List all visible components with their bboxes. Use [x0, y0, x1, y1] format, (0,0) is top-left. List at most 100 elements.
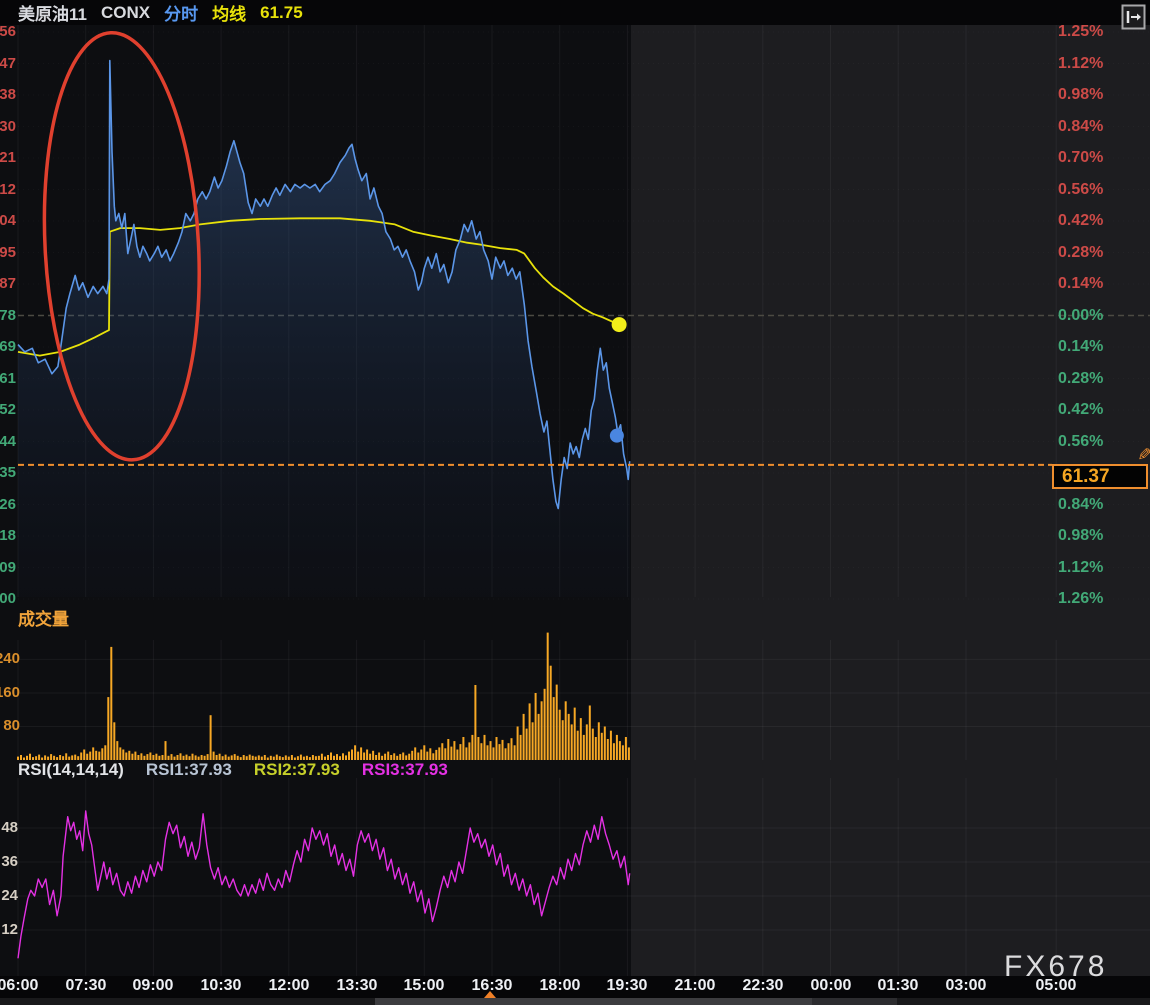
volume-axis-label: 240 [0, 649, 21, 669]
price-axis-label: 62.38 [0, 85, 17, 105]
pencil-icon[interactable]: ✎ [1133, 447, 1150, 461]
scrollbar-marker-icon [484, 991, 496, 998]
time-tick-label: 10:30 [191, 977, 251, 995]
time-tick-label: 22:30 [733, 977, 793, 995]
percent-axis-label: 1.26% [1058, 589, 1103, 609]
current-price-tag: 61.37 [1052, 464, 1148, 489]
time-tick-label: 00:00 [801, 977, 861, 995]
tab-minute-chart[interactable]: 分时 [164, 0, 198, 25]
volume-axis-label: 80 [0, 716, 21, 736]
percent-axis-label: 0.70% [1058, 148, 1103, 168]
price-axis-label: 61.78 [0, 306, 17, 326]
time-tick-label: 15:00 [394, 977, 454, 995]
price-axis-label: 61.69 [0, 337, 17, 357]
symbol-name: 美原油11 [18, 0, 87, 25]
volume-chart-panel[interactable] [0, 600, 1150, 762]
percent-axis-label: 1.12% [1058, 558, 1103, 578]
time-tick-label: 06:00 [0, 977, 48, 995]
price-axis-label: 62.47 [0, 54, 17, 74]
rsi-axis-label: 12 [0, 920, 19, 940]
price-axis-label: 61.44 [0, 432, 17, 452]
rsi-axis-label: 36 [0, 852, 19, 872]
price-axis-label: 61.61 [0, 369, 17, 389]
panel-collapse-icon-glyph [1120, 3, 1148, 31]
time-tick-label: 07:30 [56, 977, 116, 995]
price-axis-text: 61.35 [0, 463, 16, 483]
percent-axis-label: 0.84% [1058, 495, 1103, 515]
price-axis-label: 62.21 [0, 148, 17, 168]
percent-axis-label: 0.28% [1058, 369, 1103, 389]
time-tick-label: 03:00 [936, 977, 996, 995]
rsi-legend-row: RSI(14,14,14) RSI1:37.93 RSI2:37.93 RSI3… [18, 760, 448, 780]
price-axis-label: 61.52 [0, 400, 17, 420]
price-axis-text: 62.38 [0, 85, 16, 105]
price-axis-label: 61.95 [0, 243, 17, 263]
time-tick-label: 13:30 [327, 977, 387, 995]
rsi1-value: RSI1:37.93 [146, 760, 232, 780]
percent-axis-label: 0.98% [1058, 526, 1103, 546]
percent-axis-label: 1.25% [1058, 22, 1103, 42]
price-axis-text: 61.87 [0, 274, 16, 294]
rsi-chart-panel[interactable] [0, 762, 1150, 976]
time-tick-label: 19:30 [597, 977, 657, 995]
volume-axis-text: 160 [0, 683, 20, 703]
percent-axis-label: 0.14% [1058, 337, 1103, 357]
rsi-axis-label: 48 [0, 818, 19, 838]
time-tick-label: 18:00 [530, 977, 590, 995]
price-axis-text: 62.21 [0, 148, 16, 168]
price-axis-text: 62.47 [0, 54, 16, 74]
rsi-axis-label: 24 [0, 886, 19, 906]
scrollbar-thumb-dim[interactable] [812, 998, 897, 1005]
panel-collapse-icon[interactable] [1120, 3, 1148, 31]
price-axis-text: 61.61 [0, 369, 16, 389]
chart-header: 美原油11 CONX 分时 均线 61.75 [0, 0, 1150, 25]
time-scrollbar[interactable] [0, 998, 1150, 1005]
traded-session-region [0, 762, 631, 976]
price-axis-label: 61.26 [0, 495, 17, 515]
percent-axis-label: 0.42% [1058, 211, 1103, 231]
price-axis-text: 61.78 [0, 306, 16, 326]
price-axis-text: 61.18 [0, 526, 16, 546]
price-axis-text: 62.30 [0, 117, 16, 137]
volume-axis-label: 160 [0, 683, 21, 703]
volume-axis-text: 80 [3, 716, 20, 736]
percent-axis-label: 1.12% [1058, 54, 1103, 74]
price-axis-text: 61.44 [0, 432, 16, 452]
price-axis-text: 61.95 [0, 243, 16, 263]
percent-axis-label: 0.42% [1058, 400, 1103, 420]
price-chart-panel[interactable] [0, 25, 1150, 600]
rsi-params: RSI(14,14,14) [18, 760, 124, 780]
price-axis-text: 61.09 [0, 558, 16, 578]
rsi2-value: RSI2:37.93 [254, 760, 340, 780]
time-tick-label: 21:00 [665, 977, 725, 995]
time-tick-label: 01:30 [868, 977, 928, 995]
rsi-axis-text: 36 [1, 852, 18, 872]
price-axis-label: 61.18 [0, 526, 17, 546]
price-axis-label: 62.12 [0, 180, 17, 200]
price-axis-label: 62.56 [0, 22, 17, 42]
price-axis-text: 61.69 [0, 337, 16, 357]
time-tick-label: 09:00 [123, 977, 183, 995]
rsi-axis-text: 12 [1, 920, 18, 940]
fx678-watermark: FX678 [1004, 950, 1107, 984]
price-axis-label: 61.35 [0, 463, 17, 483]
percent-axis-label: 0.98% [1058, 85, 1103, 105]
price-axis-label: 62.30 [0, 117, 17, 137]
traded-session-region [0, 600, 631, 762]
rsi3-value: RSI3:37.93 [362, 760, 448, 780]
symbol-code: CONX [101, 3, 150, 23]
price-axis-text: 61.26 [0, 495, 16, 515]
percent-axis-label: 0.84% [1058, 117, 1103, 137]
ma-label: 均线 [212, 0, 246, 25]
percent-axis-label: 0.28% [1058, 243, 1103, 263]
ma-value: 61.75 [260, 3, 303, 23]
price-axis-text: 62.56 [0, 22, 16, 42]
price-axis-text: 61.00 [0, 589, 16, 609]
time-axis: 06:0007:3009:0010:3012:0013:3015:0016:30… [0, 976, 1150, 998]
rsi-axis-text: 24 [1, 886, 18, 906]
price-axis-label: 61.00 [0, 589, 17, 609]
scrollbar-thumb[interactable] [375, 998, 812, 1005]
price-axis-label: 62.04 [0, 211, 17, 231]
traded-session-region [0, 25, 631, 600]
volume-title: 成交量 [18, 605, 69, 630]
